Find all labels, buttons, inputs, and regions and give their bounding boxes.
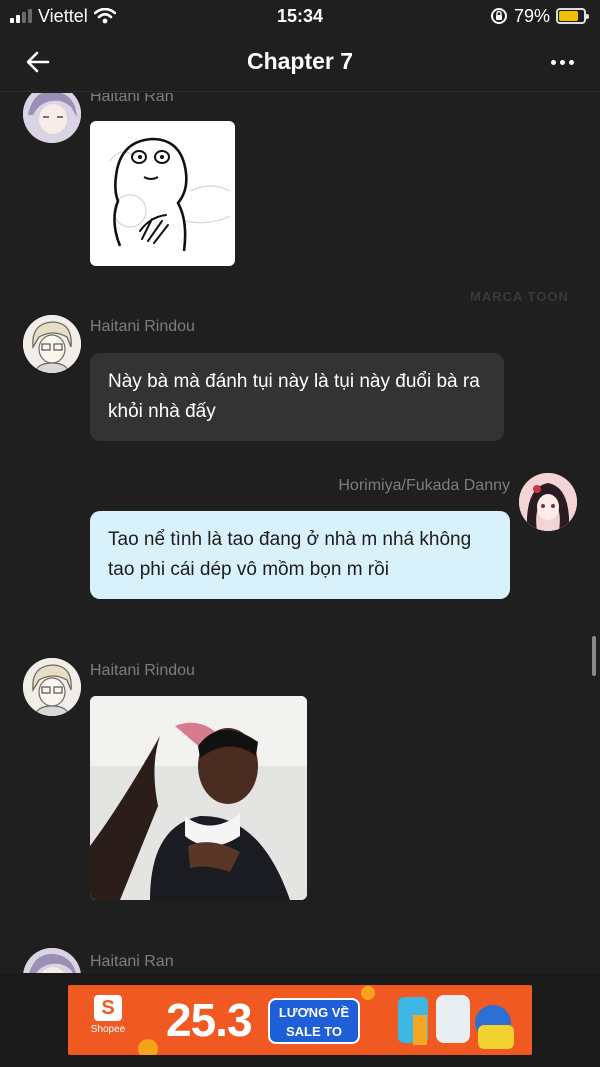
nav-bar: Chapter 7 [0, 32, 600, 92]
battery-fill [559, 11, 578, 21]
ad-tag-line2: SALE TO [285, 1024, 343, 1039]
sender-name: Haitani Rindou [90, 662, 195, 679]
chat-area[interactable]: Haitani Ran MARCA TOON Haitani Rindou Nà… [0, 93, 600, 973]
avatar[interactable] [23, 658, 81, 716]
shopee-logo: S Shopee [82, 995, 134, 1047]
status-right: 79% [490, 5, 589, 27]
avatar[interactable] [519, 473, 577, 531]
back-arrow-icon[interactable] [22, 46, 54, 78]
carrier-name: Viettel [38, 5, 88, 26]
status-bar: Viettel 15:34 79% [0, 0, 600, 32]
ad-tag-line1: LƯƠNG VỀ [278, 1005, 350, 1020]
scrollbar[interactable] [592, 636, 596, 676]
sticker-image[interactable] [90, 121, 235, 266]
avatar-image [23, 948, 81, 973]
avatar-image [23, 93, 81, 143]
status-left: Viettel [10, 6, 116, 27]
ad-container: S Shopee 25.3 LƯƠNG VỀ SALE TO [0, 973, 600, 1067]
wifi-icon [93, 8, 116, 24]
avatar[interactable] [23, 315, 81, 373]
more-options-icon[interactable] [546, 46, 578, 78]
brand-name: Shopee [90, 1024, 126, 1035]
rotation-lock-icon [490, 8, 507, 24]
ad-date: 25.3 [166, 994, 253, 1046]
avatar-image [23, 658, 81, 716]
avatar[interactable] [23, 93, 81, 143]
ad-tag: LƯƠNG VỀ SALE TO [268, 998, 360, 1044]
page-title: Chapter 7 [246, 48, 354, 74]
battery-percent: 79% [513, 5, 550, 26]
sender-name: Horimiya/Fukada Danny [338, 477, 510, 494]
avatar[interactable] [23, 948, 81, 973]
avatar-image [23, 315, 81, 373]
signal-icon [10, 9, 32, 23]
meme-photo [90, 696, 307, 900]
message-bubble[interactable]: Này bà mà đánh tụi này là tụi này đuổi b… [90, 353, 504, 441]
ad-banner[interactable]: S Shopee 25.3 LƯƠNG VỀ SALE TO [68, 985, 532, 1055]
watermark: MARCA TOON [470, 289, 569, 304]
sticker-drawing [109, 137, 231, 252]
battery-icon [556, 8, 589, 24]
avatar-image [519, 473, 577, 531]
sender-name: Haitani Rindou [90, 318, 195, 335]
shopping-bag-icon: S [94, 995, 122, 1021]
sender-name: Haitani Ran [90, 93, 174, 105]
message-bubble[interactable]: Tao nể tình là tao đang ở nhà m nhá khôn… [90, 511, 510, 599]
meme-image[interactable] [90, 696, 307, 900]
sender-name: Haitani Ran [90, 953, 174, 970]
